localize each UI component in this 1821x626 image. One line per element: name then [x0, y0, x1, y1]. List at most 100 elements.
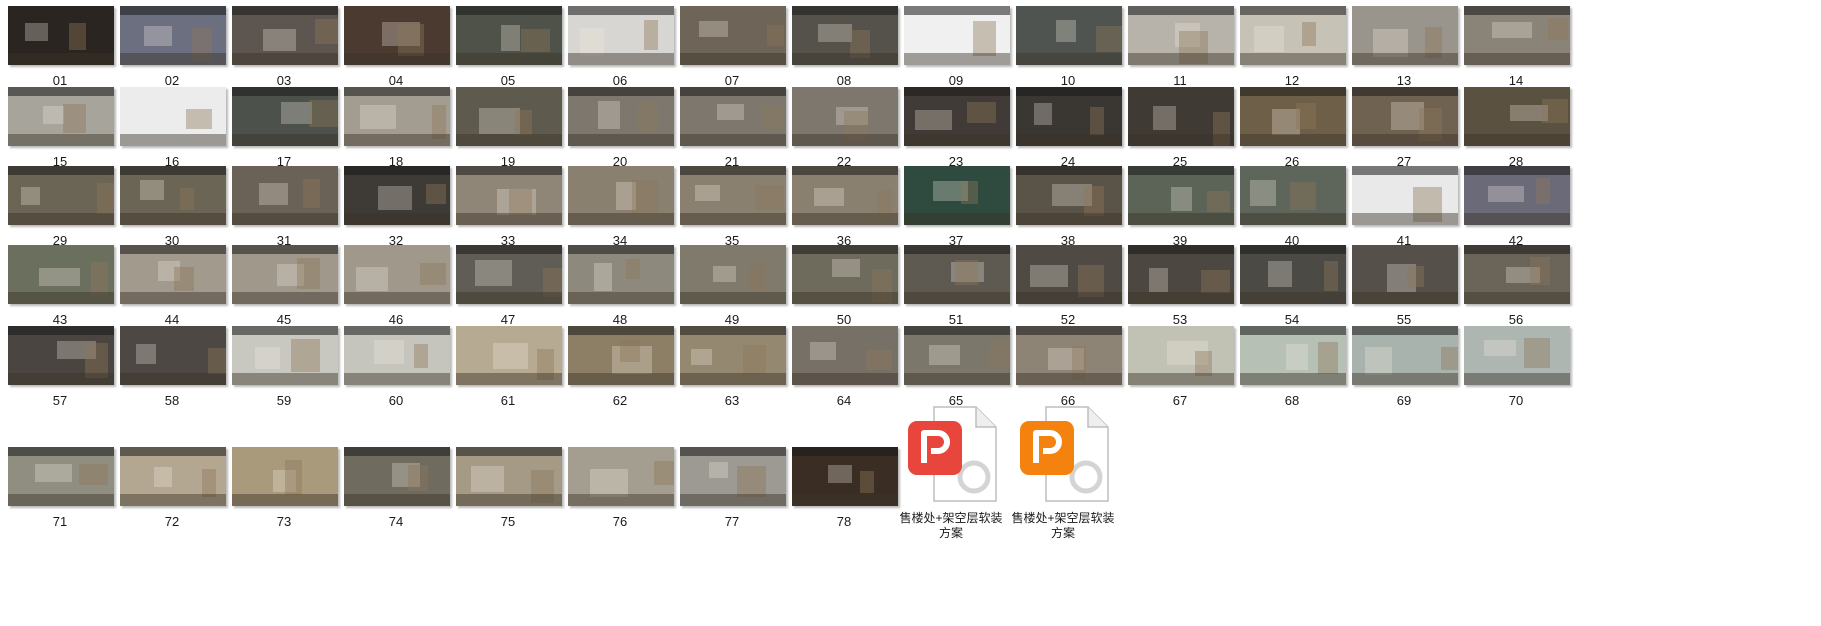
thumbnail-image: [232, 326, 338, 385]
thumbnail-label: 62: [612, 393, 628, 408]
thumbnail-image: [120, 326, 226, 385]
thumbnail-image: [568, 326, 674, 385]
thumbnail-image: [568, 245, 674, 304]
thumbnail-image: [8, 166, 114, 225]
thumbnail-image: [232, 87, 338, 146]
thumbnail-image: [904, 166, 1010, 225]
thumbnail-label: 12: [1284, 73, 1300, 88]
thumbnail-image: [904, 6, 1010, 65]
thumbnail-image: [1352, 166, 1458, 225]
thumbnail-label: 74: [388, 514, 404, 529]
thumbnail-label: 51: [948, 312, 964, 327]
file-name-line: 售楼处+架空层软装: [1011, 511, 1115, 525]
thumbnail-label: 70: [1508, 393, 1524, 408]
thumbnail-image: [1464, 87, 1570, 146]
thumbnail-image: [568, 166, 674, 225]
thumbnail-image: [1352, 6, 1458, 65]
thumbnail-label: 07: [724, 73, 740, 88]
thumbnail-image: [792, 447, 898, 506]
thumbnail-image: [904, 87, 1010, 146]
thumbnail-image: [1016, 245, 1122, 304]
thumbnail-label: 56: [1508, 312, 1524, 327]
thumbnail-image: [232, 245, 338, 304]
presentation-file-icon: [904, 403, 1000, 507]
thumbnail-label: 45: [276, 312, 292, 327]
thumbnail-image: [8, 245, 114, 304]
thumbnail-image: [456, 326, 562, 385]
thumbnail-image: [1128, 6, 1234, 65]
thumbnail-image: [1016, 87, 1122, 146]
thumbnail-image: [344, 87, 450, 146]
thumbnail-image: [344, 245, 450, 304]
thumbnail-image: [904, 326, 1010, 385]
thumbnail-label: 69: [1396, 393, 1412, 408]
thumbnail-label: 47: [500, 312, 516, 327]
thumbnail-label: 59: [276, 393, 292, 408]
thumbnail-image: [8, 326, 114, 385]
thumbnail-image: [232, 166, 338, 225]
thumbnail-label: 71: [52, 514, 68, 529]
thumbnail-label: 11: [1173, 73, 1187, 88]
thumbnail-image: [568, 87, 674, 146]
thumbnail-label: 01: [52, 73, 68, 88]
thumbnail-image: [1464, 326, 1570, 385]
thumbnail-image: [904, 245, 1010, 304]
thumbnail-label: 58: [164, 393, 180, 408]
thumbnail-image: [792, 326, 898, 385]
thumbnail-label: 02: [164, 73, 180, 88]
thumbnail-label: 76: [612, 514, 628, 529]
thumbnail-image: [8, 6, 114, 65]
file-name: 售楼处+架空层软装 方案: [1002, 511, 1124, 541]
thumbnail-label: 05: [500, 73, 516, 88]
thumbnail-image: [456, 6, 562, 65]
thumbnail-label: 52: [1060, 312, 1076, 327]
thumbnail-label: 72: [164, 514, 180, 529]
presentation-file-icon: [1016, 403, 1112, 507]
thumbnail-image: [1352, 326, 1458, 385]
thumbnail-image: [456, 87, 562, 146]
thumbnail-image: [344, 326, 450, 385]
thumbnail-image: [1352, 87, 1458, 146]
thumbnail-label: 64: [836, 393, 852, 408]
thumbnail-label: 60: [388, 393, 404, 408]
thumbnail-image: [792, 87, 898, 146]
thumbnail-image: [344, 447, 450, 506]
thumbnail-label: 75: [500, 514, 516, 529]
thumbnail-image: [8, 87, 114, 146]
thumbnail-image: [1240, 326, 1346, 385]
thumbnail-image: [232, 447, 338, 506]
thumbnail-label: 49: [724, 312, 740, 327]
thumbnail-label: 10: [1060, 73, 1076, 88]
thumbnail-label: 50: [836, 312, 852, 327]
thumbnail-image: [1464, 245, 1570, 304]
thumbnail-label: 53: [1172, 312, 1188, 327]
thumbnail-label: 68: [1284, 393, 1300, 408]
thumbnail-label: 46: [388, 312, 404, 327]
thumbnail-image: [1352, 245, 1458, 304]
thumbnail-image: [456, 245, 562, 304]
thumbnail-image: [1240, 6, 1346, 65]
file-name-line: 方案: [938, 526, 963, 540]
thumbnail-label: 06: [612, 73, 628, 88]
thumbnail-label: 77: [724, 514, 740, 529]
thumbnail-label: 03: [276, 73, 292, 88]
thumbnail-image: [680, 166, 786, 225]
thumbnail-image: [1240, 245, 1346, 304]
file-grid: 01 02 03 04 05 06 07 08 09 10 11 12 13 14 15 16 17 18 19 20…: [0, 0, 1821, 626]
thumbnail-label: 55: [1396, 312, 1412, 327]
thumbnail-image: [344, 166, 450, 225]
thumbnail-image: [1240, 166, 1346, 225]
thumbnail-image: [1128, 245, 1234, 304]
thumbnail-label: 43: [52, 312, 68, 327]
thumbnail-image: [1464, 166, 1570, 225]
thumbnail-image: [1128, 326, 1234, 385]
thumbnail-label: 57: [52, 393, 68, 408]
file-name-line: 售楼处+架空层软装: [899, 511, 1003, 525]
thumbnail-image: [1128, 166, 1234, 225]
thumbnail-image: [456, 447, 562, 506]
thumbnail-image: [1464, 6, 1570, 65]
thumbnail-label: 13: [1396, 73, 1412, 88]
file-name-line: 方案: [1050, 526, 1075, 540]
thumbnail-image: [456, 166, 562, 225]
thumbnail-image: [792, 6, 898, 65]
